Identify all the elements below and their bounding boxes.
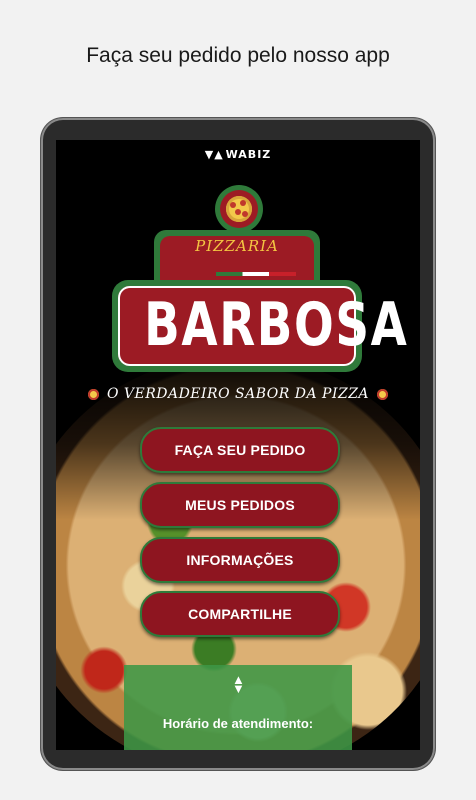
wabiz-logo: ▼▲ WABIZ (204, 148, 272, 161)
app-screen: ▼▲ WABIZ PIZZARIA BARBOSA O VERDADEIRO SA… (56, 140, 420, 750)
tablet-frame: ▼▲ WABIZ PIZZARIA BARBOSA O VERDADEIRO SA… (41, 118, 435, 770)
share-button[interactable]: COMPARTILHE (140, 591, 340, 637)
expand-toggle-icon[interactable]: ▲ ▼ (232, 673, 245, 695)
wabiz-mark-icon: ▼▲ (204, 148, 224, 161)
my-orders-button[interactable]: MEUS PEDIDOS (140, 482, 340, 528)
hours-label: Horário de atendimento: (162, 716, 314, 731)
brand-name: BARBOSA (144, 290, 409, 360)
order-button[interactable]: FAÇA SEU PEDIDO (140, 427, 340, 473)
headline: Faça seu pedido pelo nosso app (86, 44, 390, 67)
pizza-dot-icon (377, 388, 388, 400)
italian-flag-stripe (216, 272, 296, 276)
brand-tagline: O VERDADEIRO SABOR DA PIZZA (56, 386, 420, 402)
info-button[interactable]: INFORMAÇÕES (140, 537, 340, 583)
pizza-dot-icon (87, 388, 99, 400)
brand-subtitle: PIZZARIA (195, 237, 279, 255)
pizza-icon (226, 196, 252, 222)
